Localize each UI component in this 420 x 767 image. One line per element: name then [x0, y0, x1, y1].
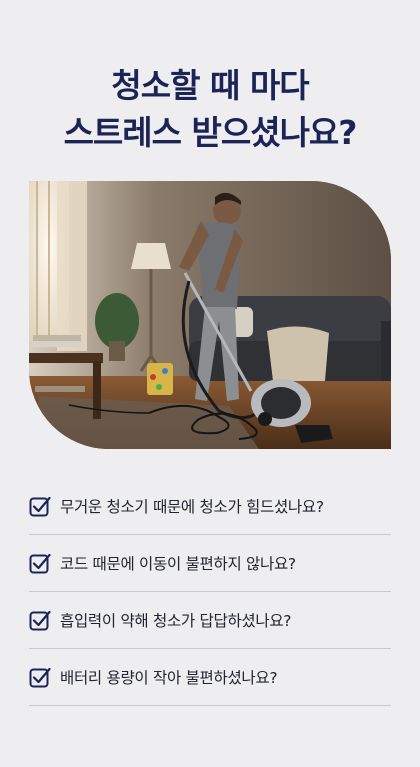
illustration-woman-vacuuming	[29, 181, 391, 449]
list-item-text: 코드 때문에 이동이 불편하지 않나요?	[60, 555, 296, 573]
headline: 청소할 때 마다 스트레스 받으셨나요?	[0, 62, 420, 156]
list-item-text: 배터리 용량이 작아 불편하셨나요?	[60, 669, 278, 687]
list-item: 흡입력이 약해 청소가 답답하셨나요?	[29, 592, 391, 649]
list-item: 코드 때문에 이동이 불편하지 않나요?	[29, 535, 391, 592]
checkbox-checked-icon	[29, 553, 51, 574]
checkbox-checked-icon	[29, 496, 51, 517]
pain-point-checklist: 무거운 청소기 때문에 청소가 힘드셨나요? 코드 때문에 이동이 불편하지 않…	[29, 478, 391, 706]
headline-line-1: 청소할 때 마다	[111, 66, 309, 105]
list-item-text: 흡입력이 약해 청소가 답답하셨나요?	[60, 612, 292, 630]
headline-line-2: 스트레스 받으셨나요?	[63, 113, 358, 152]
list-item-text: 무거운 청소기 때문에 청소가 힘드셨나요?	[60, 498, 324, 516]
list-item: 배터리 용량이 작아 불편하셨나요?	[29, 649, 391, 706]
list-item: 무거운 청소기 때문에 청소가 힘드셨나요?	[29, 478, 391, 535]
checkbox-checked-icon	[29, 667, 51, 688]
checkbox-checked-icon	[29, 610, 51, 631]
vacuum-cleaning-photo	[29, 181, 391, 449]
page: 청소할 때 마다 스트레스 받으셨나요? 무거운 청소기 때문에 청소가 힘드셨…	[0, 0, 420, 767]
